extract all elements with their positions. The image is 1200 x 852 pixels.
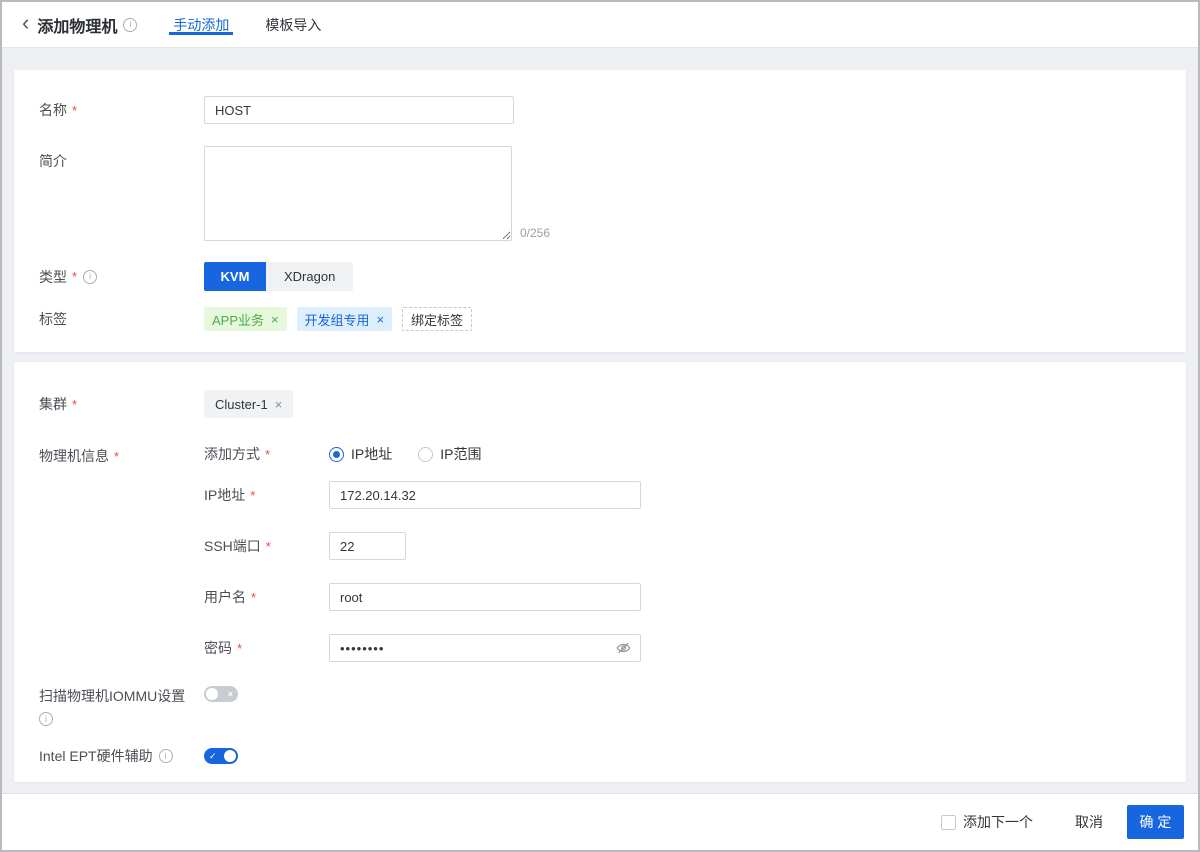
required-mark: * [237,641,242,656]
type-row: 类型 * i KVM XDragon [39,262,1161,291]
cluster-row: 集群 * Cluster-1 × [39,390,1161,418]
radio-ip-address[interactable]: IP地址 [329,444,392,464]
iommu-row: 扫描物理机IOMMU设置 i × [39,686,1161,726]
page-title: 添加物理机 [37,13,117,37]
tab-template-import[interactable]: 模板导入 [261,15,325,35]
ssh-port-input[interactable] [329,532,406,560]
name-label: 名称 * [39,100,204,120]
ssh-port-label: SSH端口 * [204,536,329,556]
name-input[interactable] [204,96,514,124]
tab-manual-add[interactable]: 手动添加 [169,15,233,35]
intro-label: 简介 [39,146,204,171]
name-row: 名称 * [39,96,1161,124]
basic-info-card: 名称 * 简介 0/256 类型 * i [14,70,1186,352]
type-option-xdragon[interactable]: XDragon [266,262,353,291]
toggle-check-icon: ✓ [209,748,217,764]
iommu-toggle[interactable]: × [204,686,238,702]
iommu-label: 扫描物理机IOMMU设置 i [39,686,204,726]
host-info-fields: 添加方式 * IP地址 IP范围 [204,444,641,662]
tag-app: APP业务 × [204,307,287,331]
username-row: 用户名 * [204,583,641,611]
ept-row: Intel EPT硬件辅助 i ✓ [39,746,1161,766]
required-mark: * [72,269,77,284]
required-mark: * [250,488,255,503]
required-mark: * [265,447,270,462]
cluster-remove-icon[interactable]: × [275,398,283,411]
bind-tag-button[interactable]: 绑定标签 [402,307,472,331]
host-info-group: 物理机信息 * 添加方式 * IP地址 [39,444,1161,662]
radio-ip-range[interactable]: IP范围 [418,444,481,464]
password-row: 密码 * [204,634,641,662]
required-mark: * [266,539,271,554]
ssh-port-row: SSH端口 * [204,532,641,560]
add-method-row: 添加方式 * IP地址 IP范围 [204,444,641,464]
confirm-button[interactable]: 确 定 [1127,805,1184,839]
footer-bar: 添加下一个 取消 确 定 [2,793,1198,850]
required-mark: * [114,449,119,464]
tags-list: APP业务 × 开发组专用 × 绑定标签 [204,307,472,331]
ept-label: Intel EPT硬件辅助 i [39,746,204,766]
ept-toggle[interactable]: ✓ [204,748,238,764]
ip-input[interactable] [329,481,641,509]
iommu-info-icon[interactable]: i [39,712,53,726]
type-info-icon[interactable]: i [83,270,97,284]
ip-row: IP地址 * [204,481,641,509]
title-info-icon[interactable]: i [123,18,137,32]
radio-icon [418,447,433,462]
tag-remove-icon[interactable]: × [377,313,385,326]
password-visibility-toggle[interactable] [615,640,632,657]
username-input[interactable] [329,583,641,611]
char-counter: 0/256 [520,227,550,241]
toggle-x-icon: × [228,686,233,702]
intro-row: 简介 0/256 [39,146,1161,241]
password-label: 密码 * [204,638,329,658]
tab-bar: 手动添加 模板导入 [169,15,353,35]
type-segmented-control: KVM XDragon [204,262,353,291]
tags-row: 标签 APP业务 × 开发组专用 × 绑定标签 [39,307,1161,331]
radio-icon [329,447,344,462]
type-label: 类型 * i [39,267,204,287]
cluster-tag: Cluster-1 × [204,390,293,418]
add-next-label: 添加下一个 [963,812,1033,832]
required-mark: * [251,590,256,605]
intro-textarea[interactable] [204,146,512,241]
cancel-button[interactable]: 取消 [1075,812,1103,832]
tag-remove-icon[interactable]: × [271,313,279,326]
host-info-label: 物理机信息 * [39,444,204,466]
required-mark: * [72,397,77,412]
username-label: 用户名 * [204,587,329,607]
required-mark: * [72,103,77,118]
add-next-checkbox[interactable] [941,815,956,830]
add-host-page: ‹ 添加物理机 i 手动添加 模板导入 名称 * 简介 [0,0,1200,852]
back-chevron-icon: ‹ [22,12,29,34]
top-bar: ‹ 添加物理机 i 手动添加 模板导入 [2,2,1198,48]
host-info-card: 集群 * Cluster-1 × 物理机信息 * 添加方式 [14,362,1186,782]
back-button[interactable]: ‹ [22,15,37,34]
eye-off-icon [615,640,632,657]
ip-label: IP地址 * [204,485,329,505]
tag-devgroup: 开发组专用 × [297,307,393,331]
password-input[interactable] [329,634,641,662]
ept-info-icon[interactable]: i [159,749,173,763]
add-method-label: 添加方式 * [204,444,329,464]
form-content: 名称 * 简介 0/256 类型 * i [2,48,1198,793]
toggle-knob [206,688,218,700]
type-option-kvm[interactable]: KVM [204,262,266,291]
toggle-knob [224,750,236,762]
cluster-label: 集群 * [39,394,204,414]
add-method-radio-group: IP地址 IP范围 [329,444,507,464]
tags-label: 标签 [39,309,204,329]
add-next-checkbox-wrap[interactable]: 添加下一个 [941,812,1033,832]
